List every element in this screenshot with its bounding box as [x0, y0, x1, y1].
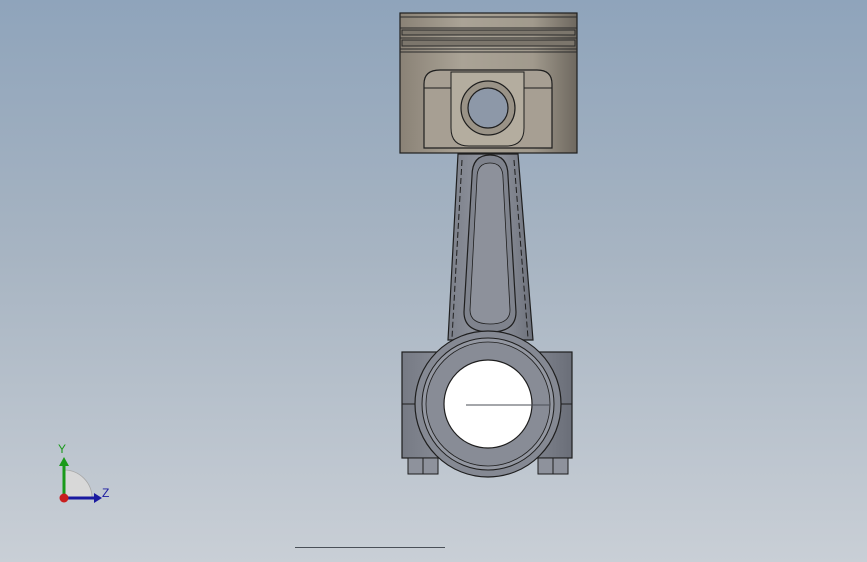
wrist-pin-bore: [467, 87, 509, 129]
piston[interactable]: [399, 12, 578, 154]
triad-y-label: Y: [58, 442, 67, 456]
rod-big-end[interactable]: [401, 330, 573, 478]
scale-bar: [295, 547, 445, 548]
connecting-rod[interactable]: [447, 153, 534, 341]
graphics-viewport[interactable]: Y Z: [0, 0, 867, 562]
crankpin-bore[interactable]: [443, 359, 533, 449]
reference-triad[interactable]: Y Z: [50, 440, 120, 510]
model-view[interactable]: [0, 0, 867, 562]
bolt-nut-left[interactable]: [407, 457, 439, 475]
x-axis-dot: [59, 493, 69, 503]
bolt-nut-right[interactable]: [537, 457, 569, 475]
triad-z-label: Z: [102, 486, 110, 500]
